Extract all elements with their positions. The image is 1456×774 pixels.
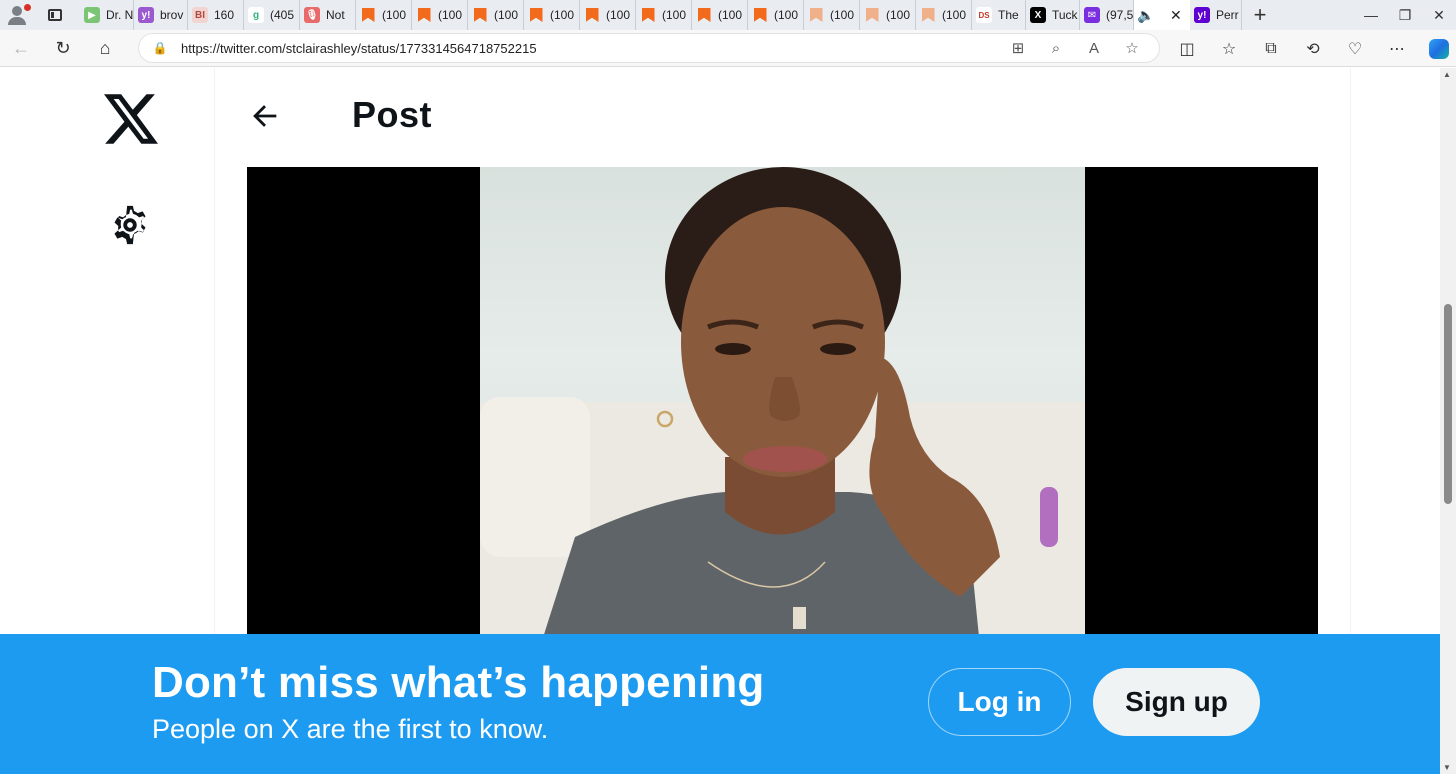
browser-toolbar: ← ↻ ⌂ 🔒 https://twitter.com/stclairashle… [0, 30, 1456, 67]
browser-tab[interactable]: y! Perr [1190, 0, 1242, 30]
url-text[interactable]: https://twitter.com/stclairashley/status… [181, 41, 999, 56]
minimize-icon[interactable]: — [1354, 0, 1388, 30]
x-icon: X [1030, 7, 1046, 23]
browser-tab[interactable]: (100 [636, 0, 692, 30]
collections-icon[interactable]: ⧉ [1250, 30, 1292, 67]
bookmark-icon [752, 7, 768, 23]
page-content: Post Don’t miss what’s happening People … [0, 68, 1440, 774]
video-person-image [480, 167, 1085, 647]
bookmark-icon [864, 7, 880, 23]
browser-tab[interactable]: y! brov [134, 0, 188, 30]
zoom-icon[interactable]: ⌕ [1037, 34, 1075, 62]
page-scrollbar[interactable]: ▲ ▼ [1440, 68, 1456, 774]
browser-tab[interactable]: (100 [804, 0, 860, 30]
news-icon: DS [976, 7, 992, 23]
app-available-icon[interactable]: ⊞ [999, 34, 1037, 62]
close-window-icon[interactable]: ✕ [1422, 0, 1456, 30]
bookmark-icon [640, 7, 656, 23]
x-logo-icon[interactable] [104, 94, 158, 144]
read-aloud-icon[interactable]: A [1075, 34, 1113, 62]
browser-tab[interactable]: (100 [916, 0, 972, 30]
browser-tab-active[interactable]: 🔈 ✕ [1134, 0, 1190, 30]
window-controls: — ❐ ✕ [1354, 0, 1456, 30]
home-icon[interactable]: ⌂ [84, 30, 126, 67]
browser-tab[interactable]: g (405 [244, 0, 300, 30]
scrollbar-thumb[interactable] [1444, 304, 1452, 504]
banner-subtitle: People on X are the first to know. [152, 714, 549, 744]
browser-tab[interactable]: (100 [860, 0, 916, 30]
banner-title: Don’t miss what’s happening [152, 658, 765, 707]
new-tab-icon[interactable]: + [1242, 0, 1278, 30]
bookmark-icon [416, 7, 432, 23]
split-screen-icon[interactable]: ◫ [1166, 30, 1208, 67]
bookmark-icon [808, 7, 824, 23]
bookmark-icon [528, 7, 544, 23]
mail-icon: ✉ [1084, 7, 1100, 23]
address-bar[interactable]: 🔒 https://twitter.com/stclairashley/stat… [138, 33, 1160, 63]
browser-tab[interactable]: ✉ (97,5 [1080, 0, 1134, 30]
bookmark-icon [696, 7, 712, 23]
browser-tab[interactable]: (100 [748, 0, 804, 30]
mic-icon: 🎙 [304, 7, 320, 23]
favorites-icon[interactable]: ☆ [1208, 30, 1250, 67]
lock-icon[interactable]: 🔒 [153, 41, 168, 55]
browser-tab[interactable]: (100 [524, 0, 580, 30]
tab-actions-icon[interactable] [30, 0, 80, 30]
signup-banner: Don’t miss what’s happening People on X … [0, 634, 1440, 774]
browser-tab-strip: ▶ Dr. N y! brov BI 160 g (405 🎙 Not (100… [0, 0, 1456, 30]
browser-tab[interactable]: (100 [356, 0, 412, 30]
restore-icon[interactable]: ❐ [1388, 0, 1422, 30]
back-icon[interactable]: ← [0, 30, 42, 67]
back-arrow-icon[interactable] [248, 99, 282, 133]
video-player[interactable] [247, 167, 1318, 647]
more-options-icon[interactable]: ⋯ [1376, 30, 1418, 67]
browser-tab[interactable]: (100 [412, 0, 468, 30]
browser-tab[interactable]: X Tuck [1026, 0, 1080, 30]
browser-tab[interactable]: (100 [692, 0, 748, 30]
bi-icon: BI [192, 7, 208, 23]
history-icon[interactable]: ⟲ [1292, 30, 1334, 67]
browser-tab[interactable]: 🎙 Not [300, 0, 356, 30]
yahoo-icon: y! [138, 7, 154, 23]
browser-tab[interactable]: (100 [468, 0, 524, 30]
profile-icon[interactable] [0, 0, 31, 30]
bookmark-icon [584, 7, 600, 23]
g-icon: g [248, 7, 264, 23]
play-icon: ▶ [84, 7, 100, 23]
copilot-icon[interactable] [1418, 30, 1456, 67]
scroll-up-icon[interactable]: ▲ [1443, 70, 1451, 79]
settings-gear-icon[interactable] [107, 202, 153, 248]
bookmark-icon [360, 7, 376, 23]
signup-button[interactable]: Sign up [1093, 668, 1260, 736]
browser-tab[interactable]: DS The [972, 0, 1026, 30]
refresh-icon[interactable]: ↻ [42, 30, 84, 67]
bookmark-icon [920, 7, 936, 23]
yahoo-icon: y! [1194, 7, 1210, 23]
bookmark-icon [472, 7, 488, 23]
post-header: Post [215, 68, 1350, 167]
browser-tab[interactable]: BI 160 [188, 0, 244, 30]
speaker-icon[interactable]: 🔈 [1137, 7, 1154, 23]
browser-tab[interactable]: (100 [580, 0, 636, 30]
favorite-star-icon[interactable]: ☆ [1113, 34, 1151, 62]
video-frame[interactable] [480, 167, 1085, 647]
tab-list: ▶ Dr. N y! brov BI 160 g (405 🎙 Not (100… [80, 0, 1242, 30]
browser-tab[interactable]: ▶ Dr. N [80, 0, 134, 30]
performance-icon[interactable]: ♡ [1334, 30, 1376, 67]
scroll-down-icon[interactable]: ▼ [1443, 763, 1451, 772]
page-title: Post [352, 94, 433, 135]
login-button[interactable]: Log in [928, 668, 1071, 736]
close-tab-icon[interactable]: ✕ [1170, 7, 1182, 24]
